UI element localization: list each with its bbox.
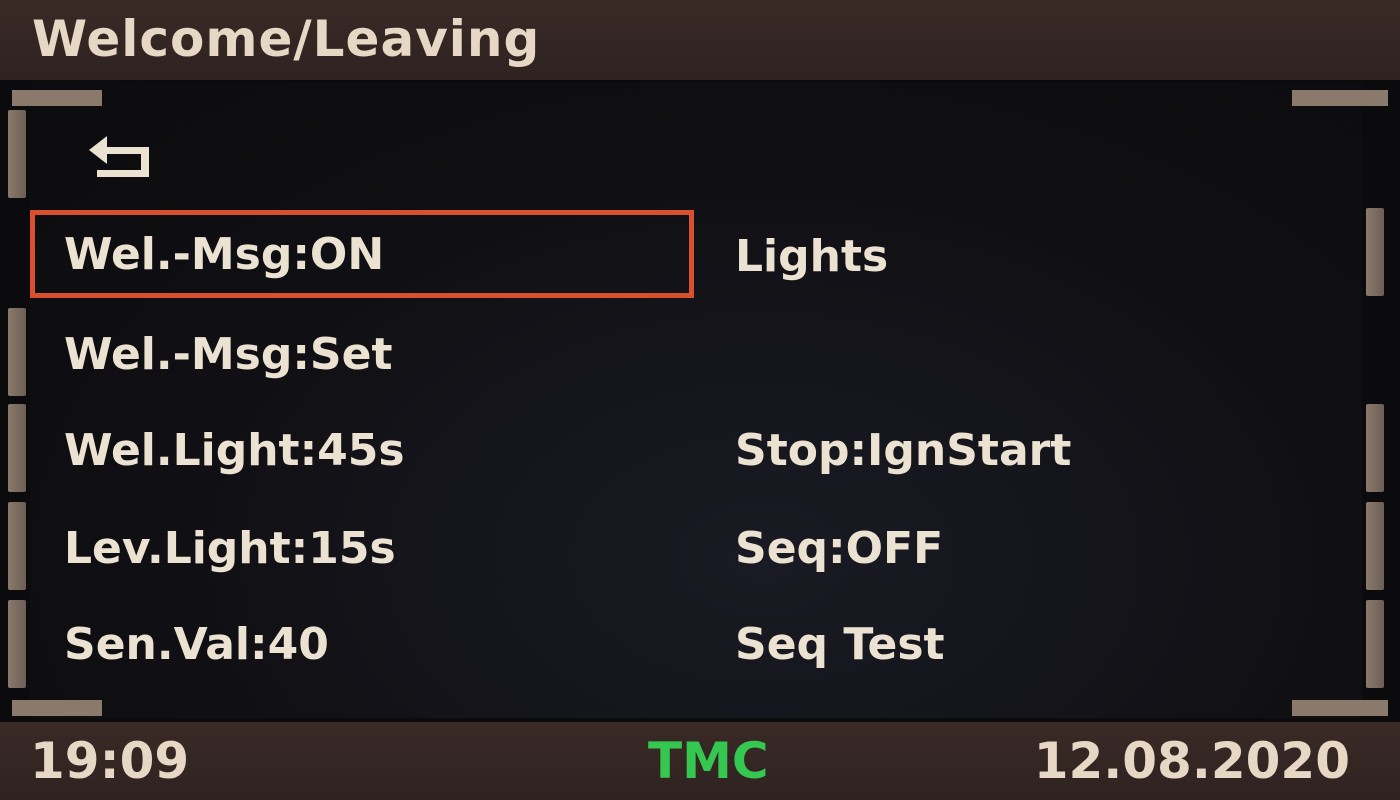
left-edge-tab xyxy=(8,308,26,396)
title-bar: Welcome/Leaving xyxy=(0,0,1400,80)
menu-item-label: Lev.Light:15s xyxy=(64,522,396,574)
clock-time: 19:09 xyxy=(30,732,190,790)
menu-item-leaving-light[interactable]: Lev.Light:15s xyxy=(30,504,694,592)
right-top-corner xyxy=(1292,90,1388,106)
menu-item-welcome-message-set[interactable]: Wel.-Msg:Set xyxy=(30,310,694,398)
menu-item-sequence-test[interactable]: Seq Test xyxy=(735,600,1335,688)
menu-item-stop-ignition-start[interactable]: Stop:IgnStart xyxy=(735,406,1335,494)
left-edge-tab xyxy=(8,502,26,590)
menu-item-welcome-light[interactable]: Wel.Light:45s xyxy=(30,406,694,494)
right-edge-tab xyxy=(1366,502,1384,590)
menu-item-label: Stop:IgnStart xyxy=(735,424,1072,476)
left-edge-tab xyxy=(8,600,26,688)
left-edge-tab xyxy=(8,404,26,492)
left-top-corner xyxy=(12,90,102,106)
menu-item-label: Lights xyxy=(735,230,889,282)
page-title: Welcome/Leaving xyxy=(32,10,541,68)
date-display: 12.08.2020 xyxy=(1033,732,1350,790)
right-edge-tab xyxy=(1366,208,1384,296)
right-edge-tab xyxy=(1366,404,1384,492)
left-edge-tab xyxy=(8,110,26,198)
menu-item-lights[interactable]: Lights xyxy=(735,212,1335,300)
back-button[interactable] xyxy=(70,118,180,198)
menu-item-label: Wel.-Msg:Set xyxy=(64,328,393,380)
back-arrow-icon xyxy=(89,136,149,177)
menu-item-label: Wel.-Msg:ON xyxy=(64,228,385,280)
menu-item-label: Wel.Light:45s xyxy=(64,424,405,476)
tmc-indicator: TMC xyxy=(648,732,769,790)
menu-item-sequence-toggle[interactable]: Seq:OFF xyxy=(735,504,1335,592)
menu-item-welcome-message-toggle[interactable]: Wel.-Msg:ON xyxy=(30,210,694,298)
right-edge-tab xyxy=(1366,600,1384,688)
left-bottom-corner xyxy=(12,700,102,716)
menu-item-label: Seq:OFF xyxy=(735,522,944,574)
idrive-screen: Welcome/Leaving Wel.-Msg:ON Wel.-Msg:Set… xyxy=(0,0,1400,800)
menu-item-sensor-value[interactable]: Sen.Val:40 xyxy=(30,600,694,688)
status-bar: 19:09 TMC 12.08.2020 xyxy=(0,722,1400,800)
right-bottom-corner xyxy=(1292,700,1388,716)
menu-item-label: Sen.Val:40 xyxy=(64,618,329,670)
menu-item-label: Seq Test xyxy=(735,618,945,670)
